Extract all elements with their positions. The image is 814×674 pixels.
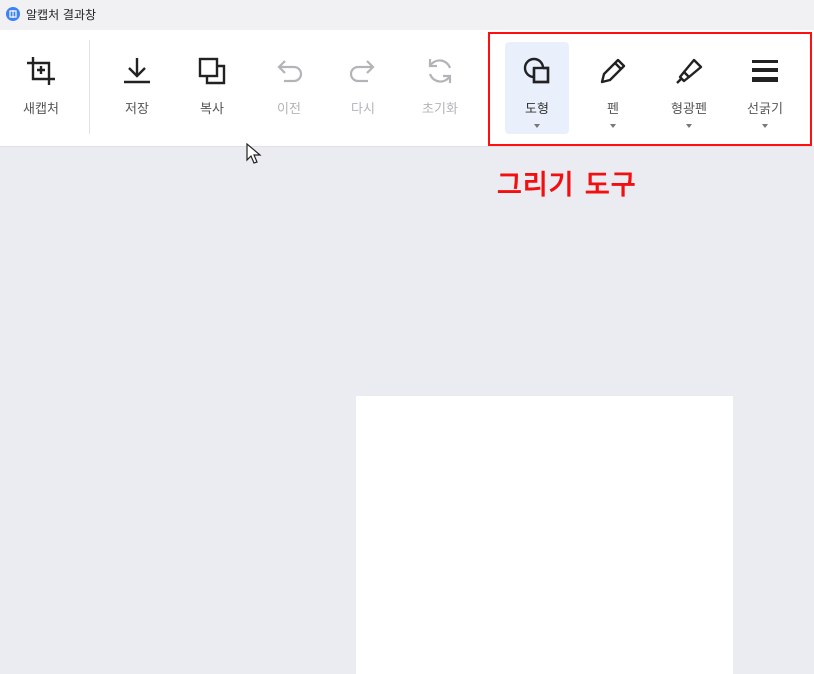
crop-icon: [24, 54, 58, 92]
undo-label: 이전: [277, 102, 301, 117]
mouse-cursor-icon: [246, 142, 262, 169]
save-label: 저장: [125, 102, 149, 117]
reset-label: 초기화: [422, 102, 458, 117]
new-capture-label: 새캡처: [23, 102, 59, 117]
copy-button[interactable]: 복사: [180, 30, 244, 146]
redo-button[interactable]: 다시: [331, 30, 395, 146]
capture-canvas[interactable]: [356, 396, 733, 674]
reset-icon: [423, 54, 457, 92]
redo-icon: [346, 54, 380, 92]
copy-label: 복사: [200, 102, 224, 117]
drawing-tools-highlight: [488, 32, 812, 146]
drawing-tools-annotation: 그리기 도구: [497, 170, 637, 201]
window-title: 알캡처 결과창: [26, 8, 97, 22]
new-capture-button[interactable]: 새캡처: [9, 30, 73, 146]
redo-label: 다시: [351, 102, 375, 117]
title-bar: 알캡처 결과창: [0, 0, 814, 30]
undo-icon: [272, 54, 306, 92]
copy-icon: [195, 54, 229, 92]
undo-button[interactable]: 이전: [257, 30, 321, 146]
reset-button[interactable]: 초기화: [408, 30, 472, 146]
download-icon: [120, 54, 154, 92]
save-button[interactable]: 저장: [105, 30, 169, 146]
app-logo-icon: [6, 7, 20, 21]
toolbar-divider: [89, 40, 90, 134]
